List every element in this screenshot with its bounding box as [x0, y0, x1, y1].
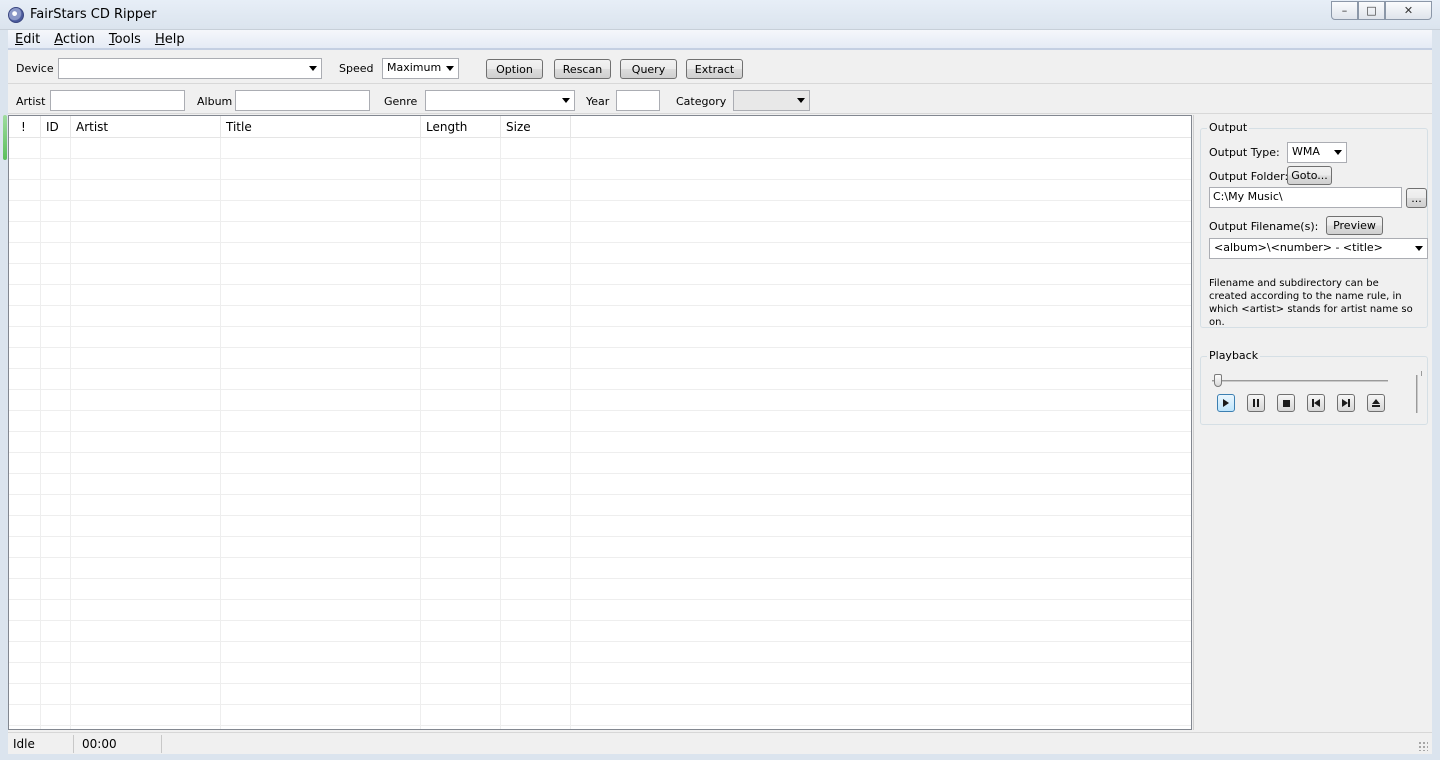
chevron-down-icon	[562, 98, 570, 103]
menu-bar: Edit Action Tools Help	[8, 30, 1432, 50]
column-divider	[570, 138, 571, 729]
menu-action[interactable]: Action	[47, 32, 102, 47]
speed-label: Speed	[339, 62, 374, 75]
play-button[interactable]	[1217, 394, 1235, 412]
status-state: Idle	[8, 735, 74, 753]
genre-select[interactable]	[425, 90, 575, 111]
preview-button[interactable]: Preview	[1326, 216, 1383, 235]
minimize-button[interactable]: –	[1331, 1, 1358, 20]
column-divider	[220, 138, 221, 729]
device-select[interactable]	[58, 58, 322, 79]
chevron-down-icon	[1415, 246, 1423, 251]
output-filename-label: Output Filename(s):	[1209, 220, 1319, 233]
volume-tick	[1421, 371, 1422, 376]
output-type-value: WMA	[1292, 145, 1320, 158]
pause-button[interactable]	[1247, 394, 1265, 412]
output-group: Output Output Type: WMA Output Folder: G…	[1200, 121, 1428, 328]
speed-value: Maximum	[387, 61, 442, 74]
close-icon: ✕	[1403, 4, 1414, 17]
column-header-length[interactable]: Length	[421, 116, 501, 138]
maximize-button[interactable]: □	[1358, 1, 1385, 20]
device-label: Device	[16, 62, 54, 75]
playback-group-title: Playback	[1207, 349, 1261, 362]
eject-button[interactable]	[1367, 394, 1385, 412]
column-header-title[interactable]: Title	[221, 116, 421, 138]
column-divider	[420, 138, 421, 729]
app-icon[interactable]	[8, 7, 24, 23]
column-divider	[500, 138, 501, 729]
column-header-status[interactable]: !	[9, 116, 41, 138]
pause-icon	[1253, 399, 1259, 407]
playback-group: Playback	[1200, 349, 1428, 425]
chevron-down-icon	[797, 98, 805, 103]
browse-folder-button[interactable]: ...	[1406, 188, 1427, 208]
maximize-icon: □	[1366, 4, 1377, 17]
column-header-id[interactable]: ID	[41, 116, 71, 138]
window-title: FairStars CD Ripper	[30, 7, 157, 22]
title-bar: FairStars CD Ripper – □ ✕	[0, 0, 1440, 30]
eject-icon	[1372, 398, 1380, 408]
track-list-header: ! ID Artist Title Length Size	[9, 116, 1191, 138]
window-frame-bottom	[0, 754, 1440, 760]
device-toolbar: Device Speed Maximum Option Rescan Query…	[8, 52, 1432, 84]
rescan-button[interactable]: Rescan	[554, 59, 611, 79]
output-folder-input[interactable]: C:\My Music\	[1209, 187, 1402, 208]
output-filename-value: <album>\<number> - <title>	[1214, 241, 1383, 254]
window-frame-right	[1432, 30, 1440, 754]
window-controls: – □ ✕	[1331, 1, 1432, 20]
chevron-down-icon	[309, 66, 317, 71]
category-select[interactable]	[733, 90, 810, 111]
previous-icon	[1312, 399, 1320, 407]
resize-grip-icon[interactable]	[1418, 741, 1428, 751]
splitter-highlight	[3, 115, 7, 160]
playback-position-slider[interactable]	[1214, 374, 1222, 387]
previous-button[interactable]	[1307, 394, 1325, 412]
output-type-select[interactable]: WMA	[1287, 142, 1347, 163]
menu-edit[interactable]: Edit	[8, 32, 47, 47]
settings-panel: Output Output Type: WMA Output Folder: G…	[1193, 115, 1432, 730]
filename-rule-hint: Filename and subdirectory can be created…	[1209, 278, 1413, 328]
output-type-label: Output Type:	[1209, 146, 1280, 159]
close-button[interactable]: ✕	[1385, 1, 1432, 20]
genre-label: Genre	[384, 95, 418, 108]
stop-button[interactable]	[1277, 394, 1295, 412]
column-header-size[interactable]: Size	[501, 116, 571, 138]
status-time: 00:00	[77, 735, 162, 753]
playback-position-track	[1212, 380, 1388, 382]
track-list-rows	[9, 138, 1191, 729]
album-input[interactable]	[235, 90, 370, 111]
minimize-icon: –	[1341, 4, 1348, 17]
output-folder-label: Output Folder:	[1209, 170, 1289, 183]
option-button[interactable]: Option	[486, 59, 543, 79]
next-button[interactable]	[1337, 394, 1355, 412]
category-label: Category	[676, 95, 727, 108]
next-icon	[1342, 399, 1350, 407]
extract-button[interactable]: Extract	[686, 59, 743, 79]
query-button[interactable]: Query	[620, 59, 677, 79]
column-divider	[40, 138, 41, 729]
artist-label: Artist	[16, 95, 46, 108]
chevron-down-icon	[1334, 150, 1342, 155]
stop-icon	[1282, 399, 1290, 407]
speed-select[interactable]: Maximum	[382, 58, 459, 79]
chevron-down-icon	[446, 66, 454, 71]
year-input[interactable]	[616, 90, 660, 111]
menu-help[interactable]: Help	[148, 32, 192, 47]
play-icon	[1223, 399, 1229, 407]
volume-slider[interactable]	[1416, 375, 1418, 413]
artist-input[interactable]	[50, 90, 185, 111]
output-group-title: Output	[1207, 121, 1250, 134]
column-divider	[70, 138, 71, 729]
album-label: Album	[197, 95, 233, 108]
menu-tools[interactable]: Tools	[102, 32, 148, 47]
year-label: Year	[586, 95, 610, 108]
track-list[interactable]: ! ID Artist Title Length Size	[8, 115, 1192, 730]
output-filename-select[interactable]: <album>\<number> - <title>	[1209, 238, 1428, 259]
status-bar: Idle 00:00	[8, 732, 1432, 754]
album-info-toolbar: Artist Album Genre Year Category	[8, 85, 1432, 114]
goto-button[interactable]: Goto...	[1287, 166, 1332, 185]
column-header-artist[interactable]: Artist	[71, 116, 221, 138]
